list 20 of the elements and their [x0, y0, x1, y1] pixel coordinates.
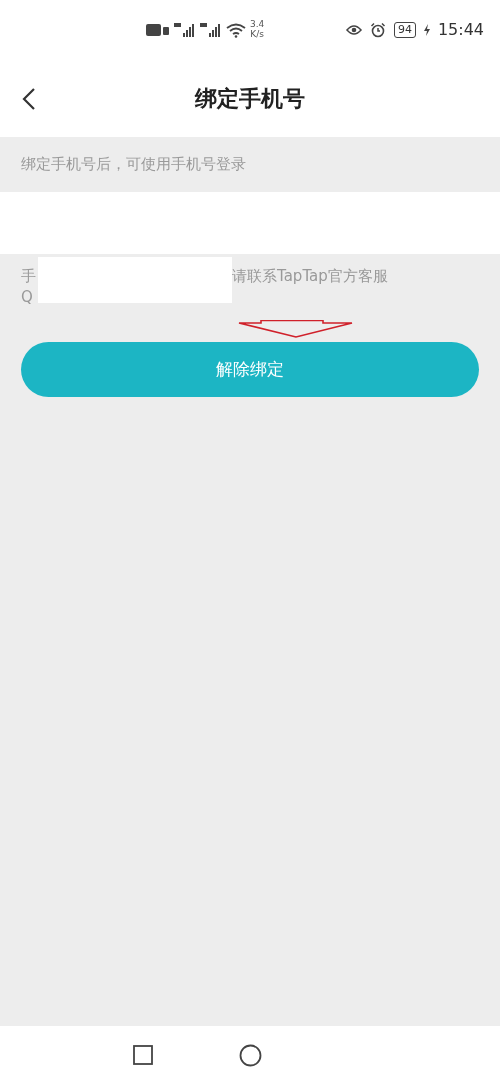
unbind-button[interactable]: 解除绑定 — [21, 342, 479, 397]
wifi-icon — [226, 22, 246, 38]
home-icon[interactable] — [239, 1043, 262, 1067]
recent-apps-icon[interactable] — [133, 1045, 153, 1065]
speed-value: 3.4 — [250, 20, 265, 30]
signal-icon — [174, 23, 196, 37]
charging-icon — [423, 24, 430, 36]
page-title: 绑定手机号 — [195, 86, 305, 111]
note-text: 请联系TapTap官方客服 — [232, 266, 388, 287]
back-icon[interactable] — [22, 86, 36, 111]
note-text: Q — [21, 288, 33, 306]
hint-text: 绑定手机号后，可使用手机号登录 — [21, 154, 246, 176]
clock-time: 15:44 — [437, 19, 484, 41]
hd-icon — [146, 24, 170, 36]
eye-icon — [345, 24, 362, 36]
speed-unit: K/s — [250, 30, 265, 40]
note-text: 手 — [21, 266, 36, 287]
battery-level: 94 — [393, 22, 416, 38]
alarm-icon — [369, 22, 386, 38]
signal-icon — [200, 23, 222, 37]
